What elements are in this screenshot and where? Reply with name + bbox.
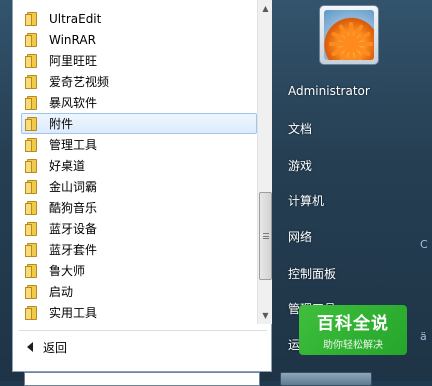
program-folder-item[interactable]: 蓝牙套件: [21, 239, 257, 260]
program-folder-item[interactable]: 爱奇艺视频: [21, 71, 257, 92]
program-folder-label: 暴风软件: [49, 96, 98, 110]
program-folder-item[interactable]: 实用工具: [21, 302, 257, 323]
programs-list: UltraEdit WinRAR 阿里旺旺爱奇艺视频暴风软件附件管理工具好桌道金山词…: [13, 0, 257, 324]
shutdown-button[interactable]: [280, 372, 372, 386]
folder-icon: [25, 53, 41, 68]
folder-icon: [25, 116, 41, 131]
folder-icon: [25, 95, 41, 110]
programs-panel: UltraEdit WinRAR 阿里旺旺爱奇艺视频暴风软件附件管理工具好桌道金山词…: [12, 0, 272, 372]
program-folder-label: 启动: [49, 285, 74, 299]
program-folder-item[interactable]: 金山词霸: [21, 176, 257, 197]
menu-item-control-panel[interactable]: 控制面板: [288, 265, 336, 282]
program-folder-item[interactable]: 启动: [21, 281, 257, 302]
program-folder-item[interactable]: WinRAR: [21, 29, 257, 50]
folder-icon: [25, 200, 41, 215]
watermark-subtitle: 助你轻松解决: [323, 340, 383, 351]
folder-icon: [25, 74, 41, 89]
search-input[interactable]: [24, 372, 260, 386]
program-folder-label: 蓝牙设备: [49, 222, 98, 236]
folder-icon: [25, 158, 41, 173]
program-folder-item[interactable]: 好桌道: [21, 155, 257, 176]
program-folder-label: 阿里旺旺: [49, 54, 98, 68]
program-folder-label: 附件: [49, 117, 74, 131]
back-arrow-icon: [27, 342, 33, 352]
program-folder-label: 金山词霸: [49, 180, 98, 194]
watermark-title: 百科全说: [317, 314, 389, 334]
program-folder-item[interactable]: 阿里旺旺: [21, 50, 257, 71]
program-folder-label: UltraEdit: [49, 11, 102, 26]
menu-item-games[interactable]: 游戏: [288, 157, 312, 174]
grip-icon: [263, 233, 269, 239]
program-folder-item[interactable]: 酷狗音乐: [21, 197, 257, 218]
edge-glyph: ä: [420, 330, 427, 343]
program-folder-item[interactable]: 鲁大师: [21, 260, 257, 281]
folder-icon: [25, 242, 41, 257]
scroll-down-icon[interactable]: ▼: [258, 307, 273, 324]
user-avatar[interactable]: [319, 5, 379, 65]
divider: [19, 330, 267, 331]
programs-scrollbar[interactable]: ▲ ▼: [257, 0, 272, 324]
back-label: 返回: [43, 340, 68, 355]
menu-item-user[interactable]: Administrator: [288, 84, 370, 98]
watermark-logo: 百科全说 助你轻松解决: [299, 305, 407, 355]
program-folder-label: 管理工具: [49, 138, 98, 152]
program-folder-label: 实用工具: [49, 306, 98, 320]
folder-icon: [25, 305, 41, 320]
program-folder-item[interactable]: 暴风软件: [21, 92, 257, 113]
menu-item-documents[interactable]: 文档: [288, 120, 312, 137]
program-folder-label: 鲁大师: [49, 264, 86, 278]
program-folder-label: 爱奇艺视频: [49, 75, 110, 89]
edge-glyph: C: [420, 238, 428, 251]
back-button[interactable]: 返回: [27, 338, 67, 356]
folder-icon: [25, 284, 41, 299]
program-folder-label: WinRAR: [49, 32, 96, 47]
folder-icon: [25, 11, 41, 26]
menu-item-network[interactable]: 网络: [288, 228, 312, 245]
program-folder-item[interactable]: 附件: [21, 113, 257, 134]
folder-icon: [25, 137, 41, 152]
folder-icon: [25, 221, 41, 236]
folder-icon: [25, 32, 41, 47]
scroll-thumb[interactable]: [259, 192, 272, 280]
folder-icon: [25, 179, 41, 194]
program-folder-item[interactable]: 蓝牙设备: [21, 218, 257, 239]
program-folder-item[interactable]: UltraEdit: [21, 8, 257, 29]
menu-item-computer[interactable]: 计算机: [288, 192, 324, 209]
flower-picture: [324, 10, 374, 60]
folder-icon: [25, 263, 41, 278]
program-folder-label: 蓝牙套件: [49, 243, 98, 257]
program-folder-item[interactable]: 管理工具: [21, 134, 257, 155]
program-folder-label: 好桌道: [49, 159, 86, 173]
scroll-up-icon[interactable]: ▲: [258, 0, 273, 17]
program-folder-label: 酷狗音乐: [49, 201, 98, 215]
